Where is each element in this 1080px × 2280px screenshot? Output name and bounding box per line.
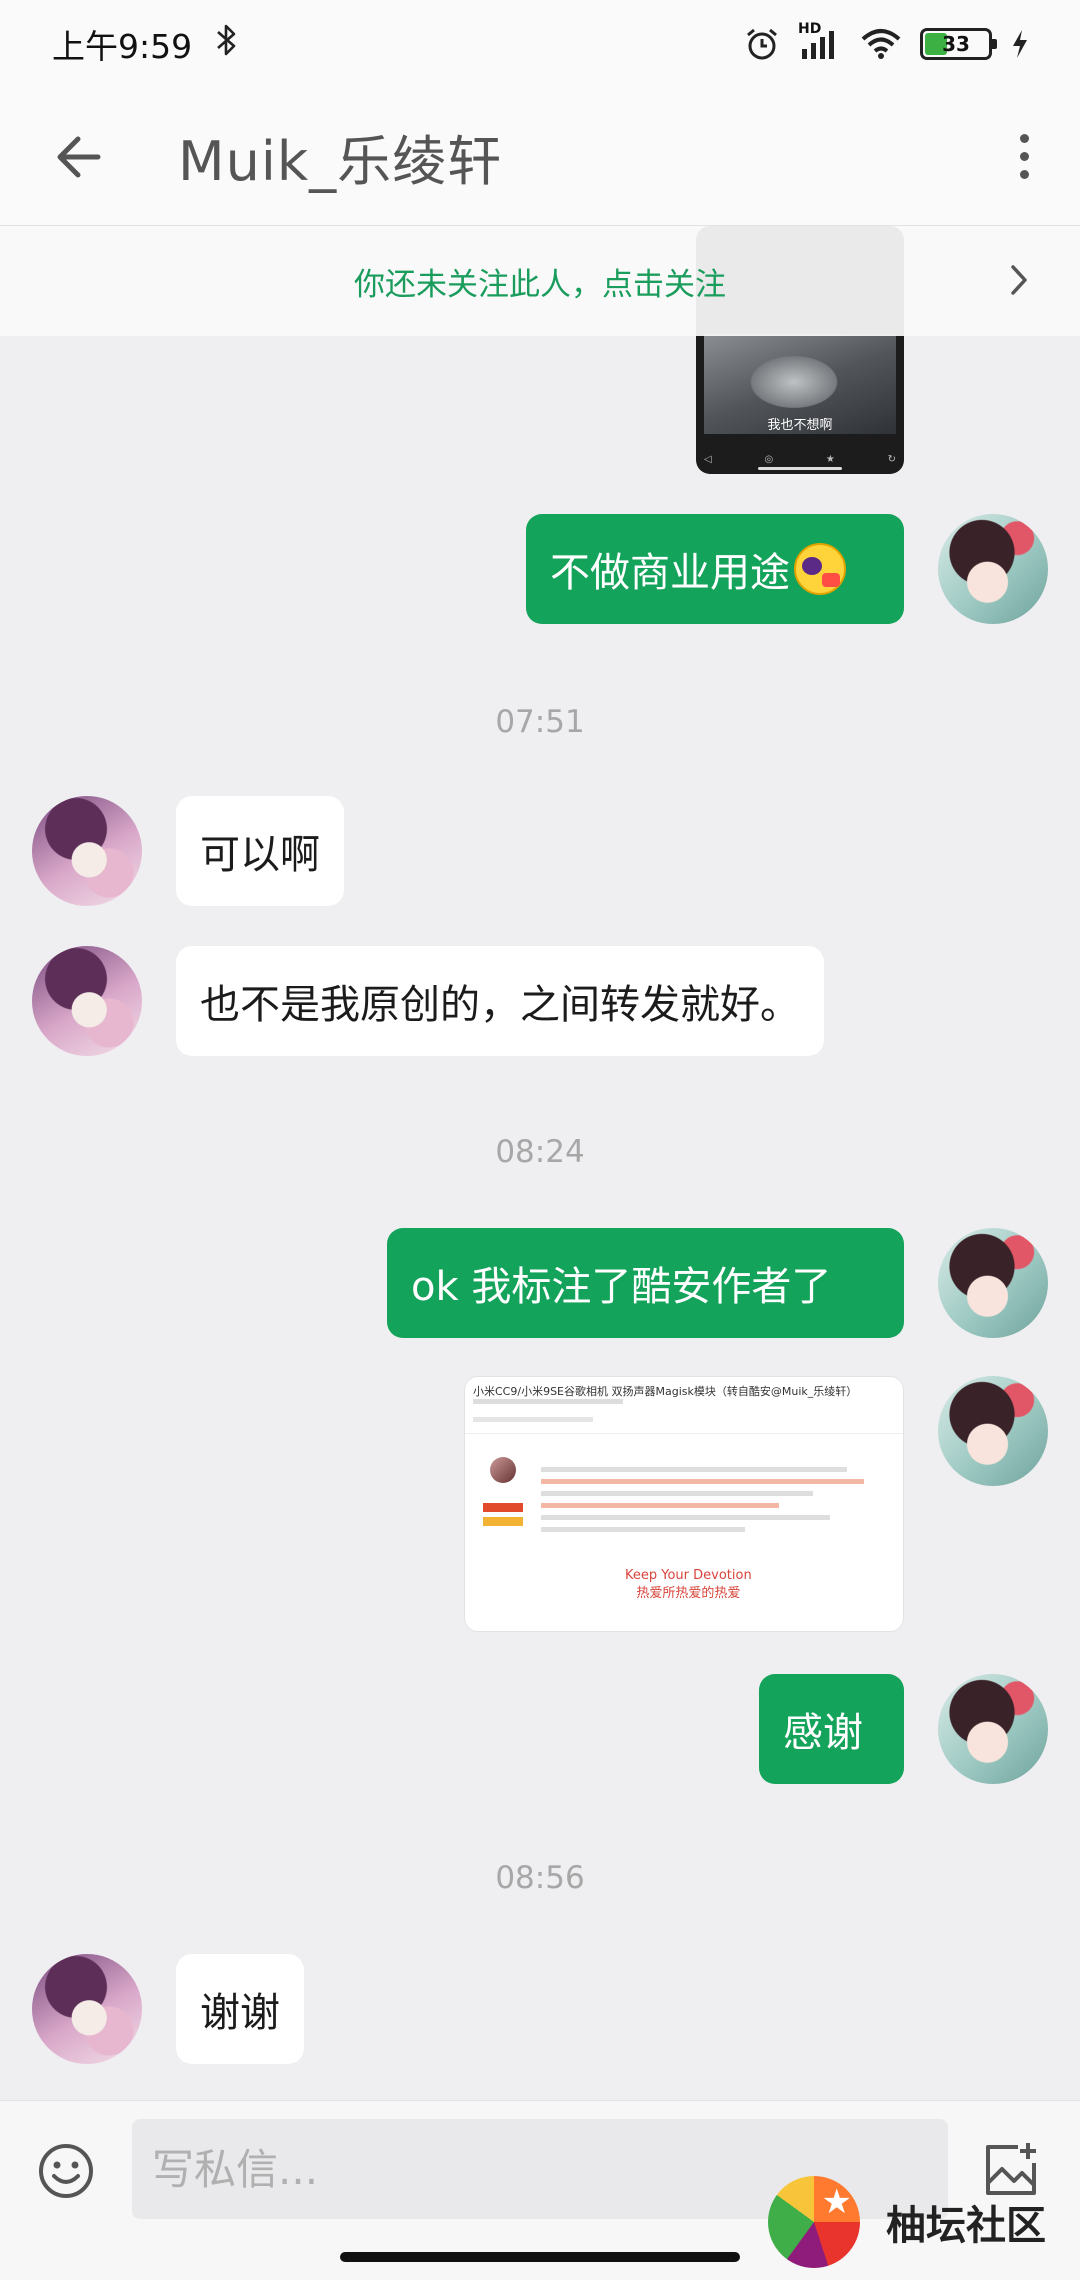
- emoji-sticker-icon: [794, 543, 846, 595]
- my-avatar[interactable]: [938, 1376, 1048, 1486]
- message-text: ok 我标注了酷安作者了: [411, 1264, 832, 1310]
- network-type-label: HD: [798, 21, 822, 37]
- message-bubble-sent[interactable]: ok 我标注了酷安作者了: [387, 1228, 904, 1338]
- charging-icon: [1010, 28, 1030, 60]
- battery-icon: 33: [920, 28, 997, 60]
- webpage-title: 小米CC9/小米9SE谷歌相机 双扬声器Magisk模块（转自酷安@Muik_乐…: [473, 1385, 858, 1398]
- message-bubble-sent[interactable]: 不做商业用途: [526, 514, 904, 624]
- webpage-quote-cn: 热爱所热爱的热爱: [636, 1586, 741, 1601]
- back-arrow-icon: [57, 136, 101, 177]
- chat-title: Muik_乐绫轩: [178, 130, 503, 193]
- follow-banner-text: 你还未关注此人，点击关注: [354, 266, 726, 303]
- alarm-icon: [744, 26, 780, 62]
- message-text: 谢谢: [200, 1990, 280, 2036]
- webpage-quote-en: Keep Your Devotion: [625, 1568, 752, 1583]
- message-text: 不做商业用途: [550, 550, 790, 596]
- webpage-quote: Keep Your Devotion 热爱所热爱的热爱: [625, 1567, 752, 1603]
- forum-logo-icon: [768, 2176, 860, 2268]
- webpage-meta: [473, 1399, 623, 1404]
- webpage-body-text: [541, 1467, 881, 1539]
- webpage-message-badge: [482, 1517, 523, 1526]
- message-list[interactable]: 我也不想啊 ◁ ◎ ★ ↻ 不做商业用途 07:51 可以啊 也不是我原创的，之间转发…: [0, 226, 1080, 2100]
- contact-avatar[interactable]: [32, 796, 142, 906]
- more-dot-icon: [1019, 152, 1029, 161]
- screenshot-home-indicator: [758, 467, 842, 470]
- message-bubble-received[interactable]: 谢谢: [176, 1954, 304, 2064]
- contact-avatar[interactable]: [32, 1954, 142, 2064]
- my-avatar[interactable]: [938, 1228, 1048, 1338]
- image-message-webpage[interactable]: 小米CC9/小米9SE谷歌相机 双扬声器Magisk模块（转自酷安@Muik_乐…: [464, 1376, 904, 1632]
- bluetooth-icon: [214, 23, 240, 65]
- back-button[interactable]: [48, 127, 108, 187]
- webpage-divider: [465, 1433, 903, 1434]
- status-bar: 上午9:59 HD 33: [0, 0, 1080, 88]
- signal-icon: HD: [798, 21, 842, 61]
- screenshot-caption: 我也不想啊: [767, 418, 833, 433]
- more-dot-icon: [1019, 170, 1029, 179]
- message-text: 也不是我原创的，之间转发就好。: [200, 982, 800, 1028]
- webpage-follow-badge: [482, 1503, 523, 1512]
- my-avatar[interactable]: [938, 1674, 1048, 1784]
- emoji-button[interactable]: [36, 2141, 96, 2201]
- contact-avatar[interactable]: [32, 946, 142, 1056]
- follow-banner[interactable]: 你还未关注此人，点击关注: [0, 226, 1080, 336]
- battery-level: 33: [942, 32, 970, 56]
- timestamp: 08:24: [495, 1134, 585, 1170]
- smiley-icon: [39, 2144, 93, 2198]
- more-dot-icon: [1019, 134, 1029, 143]
- forum-watermark: 柚坛社区: [768, 2176, 1046, 2268]
- my-avatar[interactable]: [938, 514, 1048, 624]
- message-bubble-received[interactable]: 也不是我原创的，之间转发就好。: [176, 946, 824, 1056]
- webpage-breadcrumb: [473, 1417, 593, 1422]
- more-options-button[interactable]: [1004, 127, 1044, 187]
- message-bubble-received[interactable]: 可以啊: [176, 796, 344, 906]
- chevron-right-icon: [1011, 265, 1027, 295]
- forum-watermark-text: 柚坛社区: [886, 2202, 1046, 2249]
- message-text: 感谢: [783, 1710, 863, 1756]
- message-text: 可以啊: [200, 832, 320, 878]
- wifi-icon: [860, 27, 902, 61]
- message-bubble-sent[interactable]: 感谢: [759, 1674, 904, 1784]
- status-time: 上午9:59: [52, 27, 193, 66]
- webpage-author-avatar: [489, 1457, 516, 1483]
- timestamp: 08:56: [495, 1860, 585, 1896]
- gesture-navigation-bar[interactable]: [340, 2252, 740, 2262]
- timestamp: 07:51: [495, 704, 585, 740]
- webpage-author-panel: [475, 1457, 530, 1607]
- chat-header: Muik_乐绫轩: [0, 88, 1080, 226]
